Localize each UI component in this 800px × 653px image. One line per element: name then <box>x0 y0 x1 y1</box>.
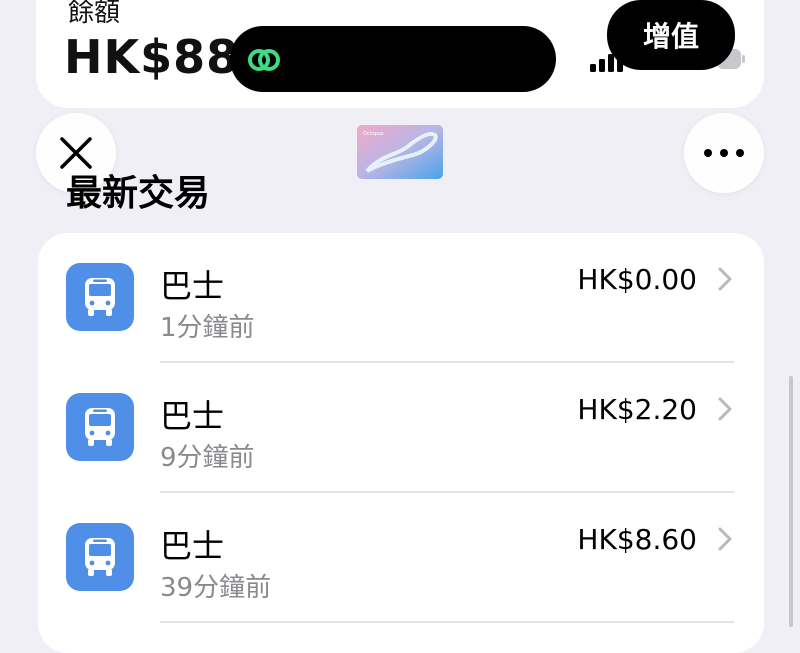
transaction-title: 巴士 <box>160 397 225 435</box>
transaction-amount: HK$8.60 <box>577 523 697 556</box>
transactions-list: 巴士 1分鐘前 HK$0.00 巴士 9分鐘前 HK$2.20 巴士 39分鐘前… <box>38 233 764 653</box>
top-up-button[interactable]: 增值 <box>607 0 735 70</box>
chevron-right-icon <box>716 525 734 553</box>
card-name: Octopus <box>363 131 384 137</box>
transaction-row[interactable]: 巴士 1分鐘前 HK$0.00 <box>38 233 764 363</box>
bus-icon <box>66 393 134 461</box>
transaction-time: 9分鐘前 <box>160 443 255 473</box>
linked-rings-icon <box>244 40 284 80</box>
chevron-right-icon <box>716 395 734 423</box>
row-divider <box>160 621 734 623</box>
transaction-row[interactable]: 巴士 39分鐘前 HK$8.60 <box>38 493 764 623</box>
balance-label: 餘額 <box>68 0 121 28</box>
transaction-amount: HK$2.20 <box>577 393 697 426</box>
transaction-row[interactable]: 巴士 9分鐘前 HK$2.20 <box>38 363 764 493</box>
transaction-amount: HK$0.00 <box>577 263 697 296</box>
transaction-time: 39分鐘前 <box>160 573 272 603</box>
scrollbar[interactable] <box>789 376 793 627</box>
octopus-card-thumbnail[interactable]: Octopus <box>357 125 443 179</box>
dynamic-island <box>230 26 556 92</box>
transaction-title: 巴士 <box>160 527 225 565</box>
balance-amount: HK$88 <box>64 30 240 84</box>
transaction-time: 1分鐘前 <box>160 313 255 343</box>
ellipsis-icon <box>704 149 744 157</box>
bus-icon <box>66 523 134 591</box>
chevron-right-icon <box>716 265 734 293</box>
transaction-title: 巴士 <box>160 267 225 305</box>
more-options-button[interactable] <box>684 113 764 193</box>
section-title: 最新交易 <box>66 173 211 214</box>
bus-icon <box>66 263 134 331</box>
